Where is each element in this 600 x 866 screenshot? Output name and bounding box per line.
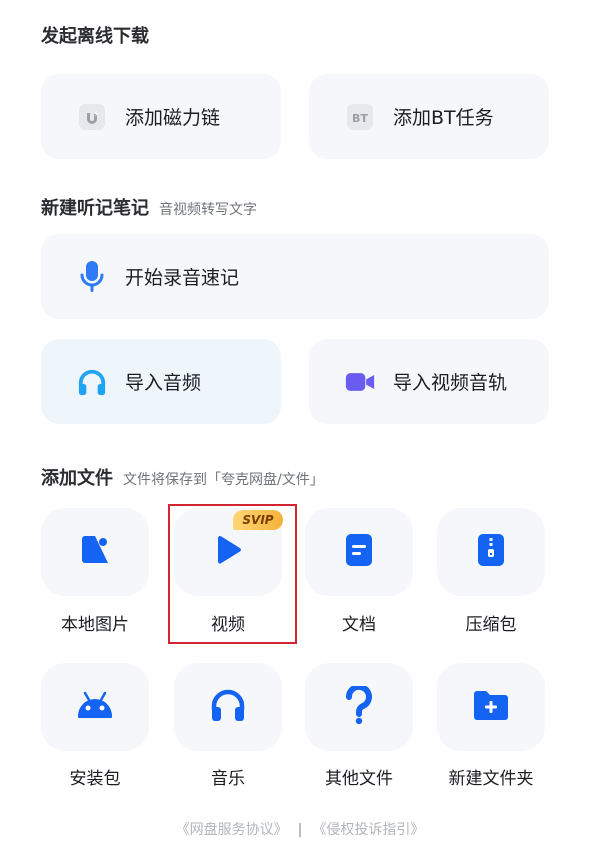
music-tile[interactable] <box>174 663 282 751</box>
local-images-label: 本地图片 <box>61 615 129 635</box>
add-bt-task-label: 添加BT任务 <box>393 107 494 129</box>
add-files-title: 添加文件 文件将保存到「夸克网盘/文件」 <box>41 464 324 490</box>
add-bt-task-button[interactable]: BT 添加BT任务 <box>309 74 549 159</box>
install-packages-label: 安装包 <box>69 769 121 789</box>
zip-icon <box>475 533 507 571</box>
svg-text:BT: BT <box>352 112 368 125</box>
other-files-tile[interactable] <box>305 663 413 751</box>
documents-label: 文档 <box>342 615 376 635</box>
archives-label: 压缩包 <box>465 615 517 635</box>
notes-subtitle: 音视频转写文字 <box>159 202 257 218</box>
music-label: 音乐 <box>211 769 245 789</box>
import-video-track-button[interactable]: 导入视频音轨 <box>309 339 549 424</box>
import-audio-label: 导入音频 <box>125 372 202 394</box>
start-recording-button[interactable]: 开始录音速记 <box>41 234 549 319</box>
headphones-icon <box>210 688 246 726</box>
install-packages-tile[interactable] <box>41 663 149 751</box>
document-icon <box>343 533 375 571</box>
service-agreement-link[interactable]: 《网盘服务协议》 <box>176 822 288 838</box>
footer-links: 《网盘服务协议》 | 《侵权投诉指引》 <box>0 819 600 839</box>
headphones-icon <box>77 367 107 397</box>
notes-title: 新建听记笔记 音视频转写文字 <box>41 194 257 220</box>
bt-icon: BT <box>345 102 375 132</box>
image-icon <box>78 533 112 571</box>
add-files-subtitle: 文件将保存到「夸克网盘/文件」 <box>123 472 324 488</box>
local-images-tile[interactable] <box>41 508 149 596</box>
add-magnet-button[interactable]: 添加磁力链 <box>41 74 281 159</box>
new-folder-tile[interactable] <box>437 663 545 751</box>
new-folder-label: 新建文件夹 <box>448 769 534 789</box>
question-icon <box>345 683 373 728</box>
start-recording-label: 开始录音速记 <box>125 267 240 289</box>
notes-title-text: 新建听记笔记 <box>41 198 149 219</box>
microphone-icon <box>77 260 107 292</box>
infringement-guide-link[interactable]: 《侵权投诉指引》 <box>312 822 424 838</box>
new-folder-icon <box>472 689 510 725</box>
footer-separator: | <box>297 822 303 838</box>
documents-tile[interactable] <box>305 508 413 596</box>
archives-tile[interactable] <box>437 508 545 596</box>
video-camera-icon <box>345 367 375 397</box>
import-video-track-label: 导入视频音轨 <box>393 372 508 394</box>
add-files-title-text: 添加文件 <box>41 468 113 489</box>
offline-download-title: 发起离线下载 <box>41 26 149 47</box>
magnet-icon <box>77 102 107 132</box>
import-audio-button[interactable]: 导入音频 <box>41 339 281 424</box>
other-files-label: 其他文件 <box>325 769 393 789</box>
video-highlight-box <box>168 504 297 644</box>
android-icon <box>75 690 115 724</box>
add-magnet-label: 添加磁力链 <box>125 107 221 129</box>
